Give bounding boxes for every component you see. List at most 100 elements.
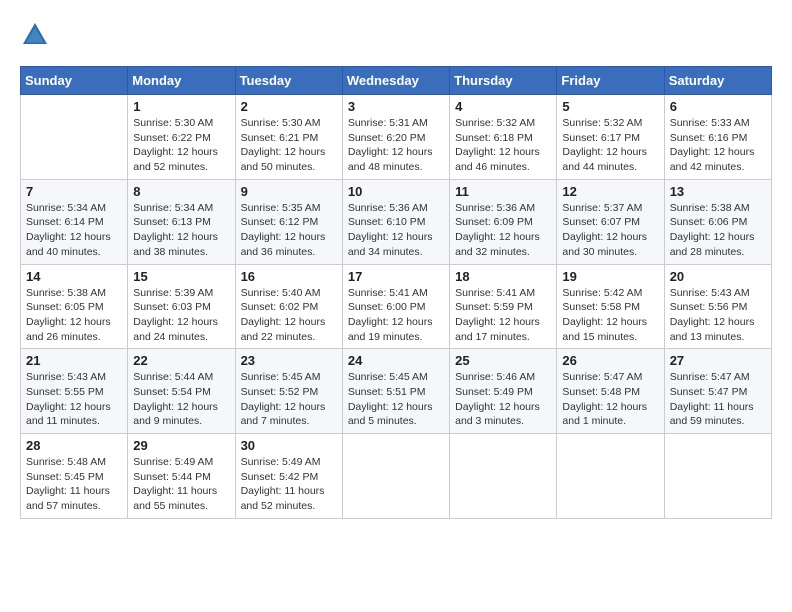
weekday-header-friday: Friday [557, 67, 664, 95]
weekday-header-sunday: Sunday [21, 67, 128, 95]
day-number: 4 [455, 99, 551, 114]
day-info: Sunrise: 5:38 AM Sunset: 6:06 PM Dayligh… [670, 201, 766, 260]
calendar-cell: 3 Sunrise: 5:31 AM Sunset: 6:20 PM Daylig… [342, 95, 449, 180]
calendar-cell [21, 95, 128, 180]
day-number: 23 [241, 353, 337, 368]
day-number: 26 [562, 353, 658, 368]
day-number: 27 [670, 353, 766, 368]
day-info: Sunrise: 5:39 AM Sunset: 6:03 PM Dayligh… [133, 286, 229, 345]
weekday-header-wednesday: Wednesday [342, 67, 449, 95]
day-number: 20 [670, 269, 766, 284]
day-info: Sunrise: 5:47 AM Sunset: 5:48 PM Dayligh… [562, 370, 658, 429]
day-info: Sunrise: 5:44 AM Sunset: 5:54 PM Dayligh… [133, 370, 229, 429]
calendar-cell: 16 Sunrise: 5:40 AM Sunset: 6:02 PM Dayli… [235, 264, 342, 349]
calendar-cell [450, 434, 557, 519]
day-number: 11 [455, 184, 551, 199]
day-info: Sunrise: 5:45 AM Sunset: 5:52 PM Dayligh… [241, 370, 337, 429]
day-info: Sunrise: 5:31 AM Sunset: 6:20 PM Dayligh… [348, 116, 444, 175]
weekday-header-tuesday: Tuesday [235, 67, 342, 95]
day-number: 17 [348, 269, 444, 284]
day-number: 6 [670, 99, 766, 114]
day-info: Sunrise: 5:49 AM Sunset: 5:42 PM Dayligh… [241, 455, 337, 514]
day-number: 1 [133, 99, 229, 114]
day-info: Sunrise: 5:34 AM Sunset: 6:14 PM Dayligh… [26, 201, 122, 260]
calendar-cell: 9 Sunrise: 5:35 AM Sunset: 6:12 PM Daylig… [235, 179, 342, 264]
calendar-cell [664, 434, 771, 519]
day-number: 12 [562, 184, 658, 199]
calendar-cell: 20 Sunrise: 5:43 AM Sunset: 5:56 PM Dayli… [664, 264, 771, 349]
day-info: Sunrise: 5:43 AM Sunset: 5:56 PM Dayligh… [670, 286, 766, 345]
day-info: Sunrise: 5:38 AM Sunset: 6:05 PM Dayligh… [26, 286, 122, 345]
calendar-table: SundayMondayTuesdayWednesdayThursdayFrid… [20, 66, 772, 519]
weekday-header-saturday: Saturday [664, 67, 771, 95]
calendar-cell: 30 Sunrise: 5:49 AM Sunset: 5:42 PM Dayli… [235, 434, 342, 519]
day-info: Sunrise: 5:30 AM Sunset: 6:21 PM Dayligh… [241, 116, 337, 175]
calendar-cell: 10 Sunrise: 5:36 AM Sunset: 6:10 PM Dayli… [342, 179, 449, 264]
day-info: Sunrise: 5:46 AM Sunset: 5:49 PM Dayligh… [455, 370, 551, 429]
day-number: 9 [241, 184, 337, 199]
day-info: Sunrise: 5:47 AM Sunset: 5:47 PM Dayligh… [670, 370, 766, 429]
calendar-cell: 21 Sunrise: 5:43 AM Sunset: 5:55 PM Dayli… [21, 349, 128, 434]
day-number: 18 [455, 269, 551, 284]
day-info: Sunrise: 5:36 AM Sunset: 6:10 PM Dayligh… [348, 201, 444, 260]
page-header [20, 20, 772, 50]
day-info: Sunrise: 5:32 AM Sunset: 6:18 PM Dayligh… [455, 116, 551, 175]
day-info: Sunrise: 5:35 AM Sunset: 6:12 PM Dayligh… [241, 201, 337, 260]
day-info: Sunrise: 5:36 AM Sunset: 6:09 PM Dayligh… [455, 201, 551, 260]
day-number: 8 [133, 184, 229, 199]
day-number: 22 [133, 353, 229, 368]
day-number: 16 [241, 269, 337, 284]
day-info: Sunrise: 5:49 AM Sunset: 5:44 PM Dayligh… [133, 455, 229, 514]
day-number: 28 [26, 438, 122, 453]
calendar-cell: 4 Sunrise: 5:32 AM Sunset: 6:18 PM Daylig… [450, 95, 557, 180]
calendar-cell: 17 Sunrise: 5:41 AM Sunset: 6:00 PM Dayli… [342, 264, 449, 349]
day-info: Sunrise: 5:32 AM Sunset: 6:17 PM Dayligh… [562, 116, 658, 175]
calendar-cell: 27 Sunrise: 5:47 AM Sunset: 5:47 PM Dayli… [664, 349, 771, 434]
day-number: 10 [348, 184, 444, 199]
calendar-cell: 24Sunrise: 5:45 AM Sunset: 5:51 PM Dayli… [342, 349, 449, 434]
day-info: Sunrise: 5:42 AM Sunset: 5:58 PM Dayligh… [562, 286, 658, 345]
calendar-cell: 7 Sunrise: 5:34 AM Sunset: 6:14 PM Daylig… [21, 179, 128, 264]
weekday-header-monday: Monday [128, 67, 235, 95]
day-info: Sunrise: 5:41 AM Sunset: 6:00 PM Dayligh… [348, 286, 444, 345]
day-number: 7 [26, 184, 122, 199]
day-number: 25 [455, 353, 551, 368]
logo [20, 20, 52, 50]
calendar-cell: 8 Sunrise: 5:34 AM Sunset: 6:13 PM Daylig… [128, 179, 235, 264]
day-info: Sunrise: 5:34 AM Sunset: 6:13 PM Dayligh… [133, 201, 229, 260]
day-number: 21 [26, 353, 122, 368]
day-number: 3 [348, 99, 444, 114]
day-number: 24 [348, 353, 444, 368]
calendar-cell: 26 Sunrise: 5:47 AM Sunset: 5:48 PM Dayli… [557, 349, 664, 434]
weekday-header-thursday: Thursday [450, 67, 557, 95]
calendar-cell: 5 Sunrise: 5:32 AM Sunset: 6:17 PM Daylig… [557, 95, 664, 180]
calendar-cell: 14 Sunrise: 5:38 AM Sunset: 6:05 PM Dayli… [21, 264, 128, 349]
calendar-cell: 28Sunrise: 5:48 AM Sunset: 5:45 PM Dayli… [21, 434, 128, 519]
calendar-cell: 13 Sunrise: 5:38 AM Sunset: 6:06 PM Dayli… [664, 179, 771, 264]
day-info: Sunrise: 5:41 AM Sunset: 5:59 PM Dayligh… [455, 286, 551, 345]
day-number: 14 [26, 269, 122, 284]
day-number: 2 [241, 99, 337, 114]
calendar-cell: 23 Sunrise: 5:45 AM Sunset: 5:52 PM Dayli… [235, 349, 342, 434]
day-info: Sunrise: 5:43 AM Sunset: 5:55 PM Dayligh… [26, 370, 122, 429]
day-info: Sunrise: 5:40 AM Sunset: 6:02 PM Dayligh… [241, 286, 337, 345]
calendar-cell [557, 434, 664, 519]
calendar-cell: 29 Sunrise: 5:49 AM Sunset: 5:44 PM Dayli… [128, 434, 235, 519]
calendar-cell: 25 Sunrise: 5:46 AM Sunset: 5:49 PM Dayli… [450, 349, 557, 434]
day-number: 5 [562, 99, 658, 114]
day-number: 15 [133, 269, 229, 284]
calendar-cell: 2 Sunrise: 5:30 AM Sunset: 6:21 PM Daylig… [235, 95, 342, 180]
day-number: 30 [241, 438, 337, 453]
day-info: Sunrise: 5:33 AM Sunset: 6:16 PM Dayligh… [670, 116, 766, 175]
logo-icon [20, 20, 50, 50]
day-info: Sunrise: 5:30 AM Sunset: 6:22 PM Dayligh… [133, 116, 229, 175]
calendar-cell: 12 Sunrise: 5:37 AM Sunset: 6:07 PM Dayli… [557, 179, 664, 264]
day-info: Sunrise: 5:37 AM Sunset: 6:07 PM Dayligh… [562, 201, 658, 260]
day-number: 29 [133, 438, 229, 453]
day-number: 19 [562, 269, 658, 284]
calendar-cell: 18 Sunrise: 5:41 AM Sunset: 5:59 PM Dayli… [450, 264, 557, 349]
calendar-cell [342, 434, 449, 519]
day-number: 13 [670, 184, 766, 199]
calendar-cell: 6 Sunrise: 5:33 AM Sunset: 6:16 PM Daylig… [664, 95, 771, 180]
calendar-cell: 15 Sunrise: 5:39 AM Sunset: 6:03 PM Dayli… [128, 264, 235, 349]
